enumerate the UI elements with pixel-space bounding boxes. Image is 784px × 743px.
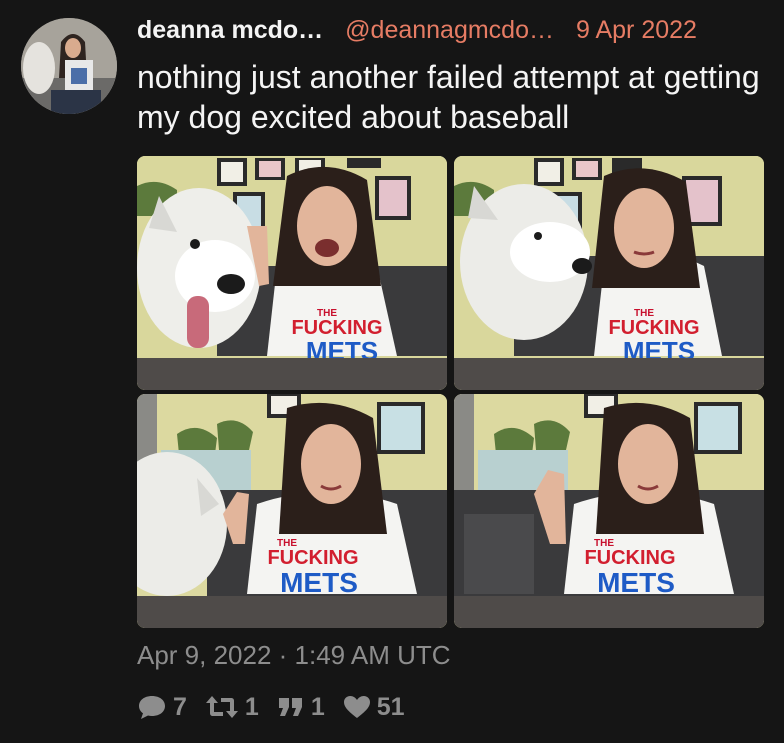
media-grid: THE FUCKING METS THE FUCKING METS THE FU…: [137, 156, 764, 628]
tweet-date-link[interactable]: 9 Apr 2022: [576, 16, 697, 45]
shirt-text-mid: FUCKING: [267, 547, 358, 569]
photo-3[interactable]: THE FUCKING METS: [137, 394, 447, 628]
like-stat[interactable]: 51: [343, 693, 405, 722]
speech-bubble-icon: [139, 696, 165, 719]
quote-stat[interactable]: 1: [277, 693, 325, 722]
shirt-text-bottom: METS: [280, 567, 358, 598]
quote-marks-icon: [278, 698, 302, 716]
retweet-stat[interactable]: 1: [205, 693, 259, 722]
display-name[interactable]: deanna mcdo…: [137, 16, 323, 45]
photo-1[interactable]: THE FUCKING METS: [137, 156, 447, 390]
reply-stat[interactable]: 7: [137, 693, 187, 722]
heart-icon: [343, 696, 370, 718]
tweet: deanna mcdo… @deannagmcdo… 9 Apr 2022 no…: [0, 0, 784, 743]
retweet-count: 1: [244, 692, 259, 721]
tweet-timestamp[interactable]: Apr 9, 2022 · 1:49 AM UTC: [137, 640, 451, 671]
tweet-text: nothing just another failed attempt at g…: [137, 59, 760, 135]
tweet-stats: 7 1 1 51: [137, 690, 423, 724]
shirt-text-bottom: METS: [597, 567, 675, 598]
retweet-arrows-icon: [205, 696, 238, 718]
quote-count: 1: [310, 692, 325, 721]
like-count: 51: [376, 692, 405, 721]
tweet-header: deanna mcdo… @deannagmcdo… 9 Apr 2022: [137, 14, 777, 46]
reply-count: 7: [173, 692, 187, 721]
photo-2[interactable]: THE FUCKING METS: [454, 156, 764, 390]
username[interactable]: @deannagmcdo…: [345, 16, 554, 45]
shirt-text-mid: FUCKING: [584, 547, 675, 569]
avatar[interactable]: [21, 18, 117, 114]
photo-4[interactable]: THE FUCKING METS: [454, 394, 764, 628]
